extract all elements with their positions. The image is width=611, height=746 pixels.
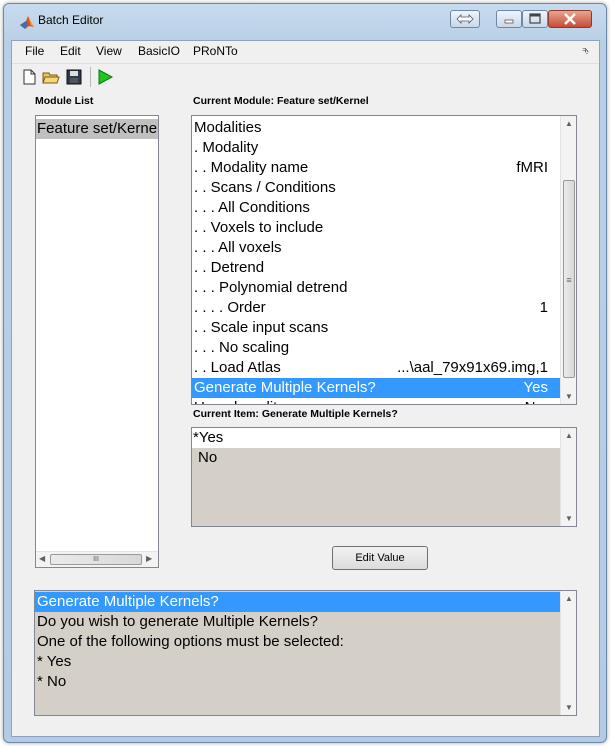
scroll-up-icon[interactable]: ▲: [562, 119, 576, 128]
minimize-icon: [504, 19, 514, 24]
module-row-text: U... ...l.. ....lit...: [194, 398, 290, 404]
save-icon[interactable]: [65, 68, 83, 86]
module-row-text: . Modality: [194, 139, 259, 156]
module-row-text: . . . All voxels: [194, 239, 282, 256]
module-row[interactable]: . . . All Conditions: [192, 198, 560, 218]
restore-tile-button[interactable]: [450, 10, 480, 28]
toolbar-separator: [90, 67, 91, 87]
vscroll-thumb[interactable]: ≡: [563, 180, 575, 378]
module-row[interactable]: . . Voxels to include: [192, 218, 560, 238]
current-item-option[interactable]: No: [192, 448, 217, 468]
module-list-viewport: Feature set/Kernel: [36, 116, 158, 551]
module-row-text: . . Detrend: [194, 259, 265, 276]
help-viewport: Generate Multiple Kernels? Do you wish to…: [35, 591, 560, 715]
window-title: Batch Editor: [38, 13, 104, 27]
current-module-viewport: Modalities . Modality . . Modality name fMR…: [192, 116, 560, 404]
scroll-down-icon[interactable]: ▼: [562, 392, 576, 401]
run-icon[interactable]: [96, 68, 114, 86]
maximize-button[interactable]: [522, 10, 548, 28]
module-row[interactable]: . . . . Order 1: [192, 298, 560, 318]
current-item-option[interactable]: *Yes: [192, 428, 223, 448]
scroll-down-icon[interactable]: ▼: [562, 703, 576, 712]
module-row[interactable]: . . Scale input scans: [192, 318, 560, 338]
help-line: * No: [37, 673, 67, 690]
menu-edit[interactable]: Edit: [60, 44, 81, 58]
module-row[interactable]: Modalities: [192, 118, 560, 138]
help-panel: Generate Multiple Kernels? Do you wish to…: [34, 590, 577, 716]
current-module-vscrollbar[interactable]: ▲ ≡ ▼: [560, 116, 576, 404]
hscroll-thumb[interactable]: III: [50, 554, 142, 565]
current-item-label: Current Item: Generate Multiple Kernels?: [193, 408, 398, 420]
scroll-down-icon[interactable]: ▼: [562, 514, 576, 523]
module-row[interactable]: . . . No scaling: [192, 338, 560, 358]
module-row[interactable]: . . . Polynomial detrend: [192, 278, 560, 298]
module-row-text: . . . All Conditions: [194, 199, 310, 216]
menu-pronto[interactable]: PRoNTo: [193, 44, 238, 58]
module-row[interactable]: . . Load Atlas ...\aal_79x91x69.img,1: [192, 358, 560, 378]
current-item-option-bg: [192, 428, 560, 448]
close-icon: [564, 13, 576, 25]
module-row-value: fMRI: [516, 159, 548, 176]
module-row[interactable]: . . Detrend: [192, 258, 560, 278]
current-item-list[interactable]: *Yes No ▲ ▼: [191, 427, 577, 527]
module-row-text: . . . . Order: [194, 299, 266, 316]
module-row-text: . . Scans / Conditions: [194, 179, 336, 196]
edit-value-button[interactable]: Edit Value: [332, 546, 428, 570]
module-row-value: 1: [539, 299, 548, 316]
new-icon[interactable]: [20, 68, 38, 86]
module-list-item[interactable]: Feature set/Kernel: [36, 119, 158, 139]
minimize-button[interactable]: [496, 10, 522, 28]
maximize-icon: [529, 13, 541, 24]
module-row-text: . . . No scaling: [194, 339, 290, 356]
module-row-text: . . Voxels to include: [194, 219, 324, 236]
module-row-selected[interactable]: Generate Multiple Kernels? Yes: [192, 378, 560, 398]
module-row-value: N...: [525, 398, 548, 404]
menu-view[interactable]: View: [96, 44, 122, 58]
menu-file[interactable]: File: [25, 44, 44, 58]
module-list[interactable]: Feature set/Kernel ◀ III ▶: [35, 115, 159, 568]
menu-overflow-icon[interactable]: ⮷: [582, 46, 589, 57]
module-row[interactable]: . Modality: [192, 138, 560, 158]
module-list-label: Module List: [35, 95, 94, 107]
module-row-text: . . Load Atlas: [194, 359, 281, 376]
module-row-text: Modalities: [194, 119, 262, 136]
scroll-left-icon[interactable]: ◀: [39, 554, 45, 563]
scroll-right-icon[interactable]: ▶: [146, 554, 152, 563]
help-line: * Yes: [37, 653, 72, 670]
module-row-text: . . Scale input scans: [194, 319, 329, 336]
module-row-text: . . . Polynomial detrend: [194, 279, 348, 296]
current-module-label: Current Module: Feature set/Kernel: [193, 95, 369, 107]
current-module-list[interactable]: Modalities . Modality . . Modality name fMR…: [191, 115, 577, 405]
module-row[interactable]: U... ...l.. ....lit... N...: [192, 398, 560, 404]
matlab-icon: [19, 14, 35, 30]
open-icon[interactable]: [42, 68, 60, 86]
help-line: Do you wish to generate Multiple Kernels…: [37, 613, 318, 630]
module-row[interactable]: . . Scans / Conditions: [192, 178, 560, 198]
close-button[interactable]: [548, 10, 592, 28]
module-row-value: ...\aal_79x91x69.img,1: [397, 359, 548, 376]
current-item-vscrollbar[interactable]: ▲ ▼: [560, 428, 576, 526]
module-row-text: Generate Multiple Kernels?: [194, 379, 376, 396]
scroll-up-icon[interactable]: ▲: [562, 594, 576, 603]
swap-arrows-icon: [456, 14, 474, 24]
module-row-text: . . Modality name: [194, 159, 309, 176]
menu-basicio[interactable]: BasicIO: [138, 44, 180, 58]
help-vscrollbar[interactable]: ▲ ▼: [560, 591, 576, 715]
module-row-value: Yes: [523, 379, 548, 396]
scroll-up-icon[interactable]: ▲: [562, 431, 576, 440]
module-row[interactable]: . . . All voxels: [192, 238, 560, 258]
module-row[interactable]: . . Modality name fMRI: [192, 158, 560, 178]
module-list-hscrollbar[interactable]: ◀ III ▶: [36, 551, 158, 567]
help-title-line: Generate Multiple Kernels?: [35, 592, 560, 612]
help-line: One of the following options must be sel…: [37, 633, 344, 650]
